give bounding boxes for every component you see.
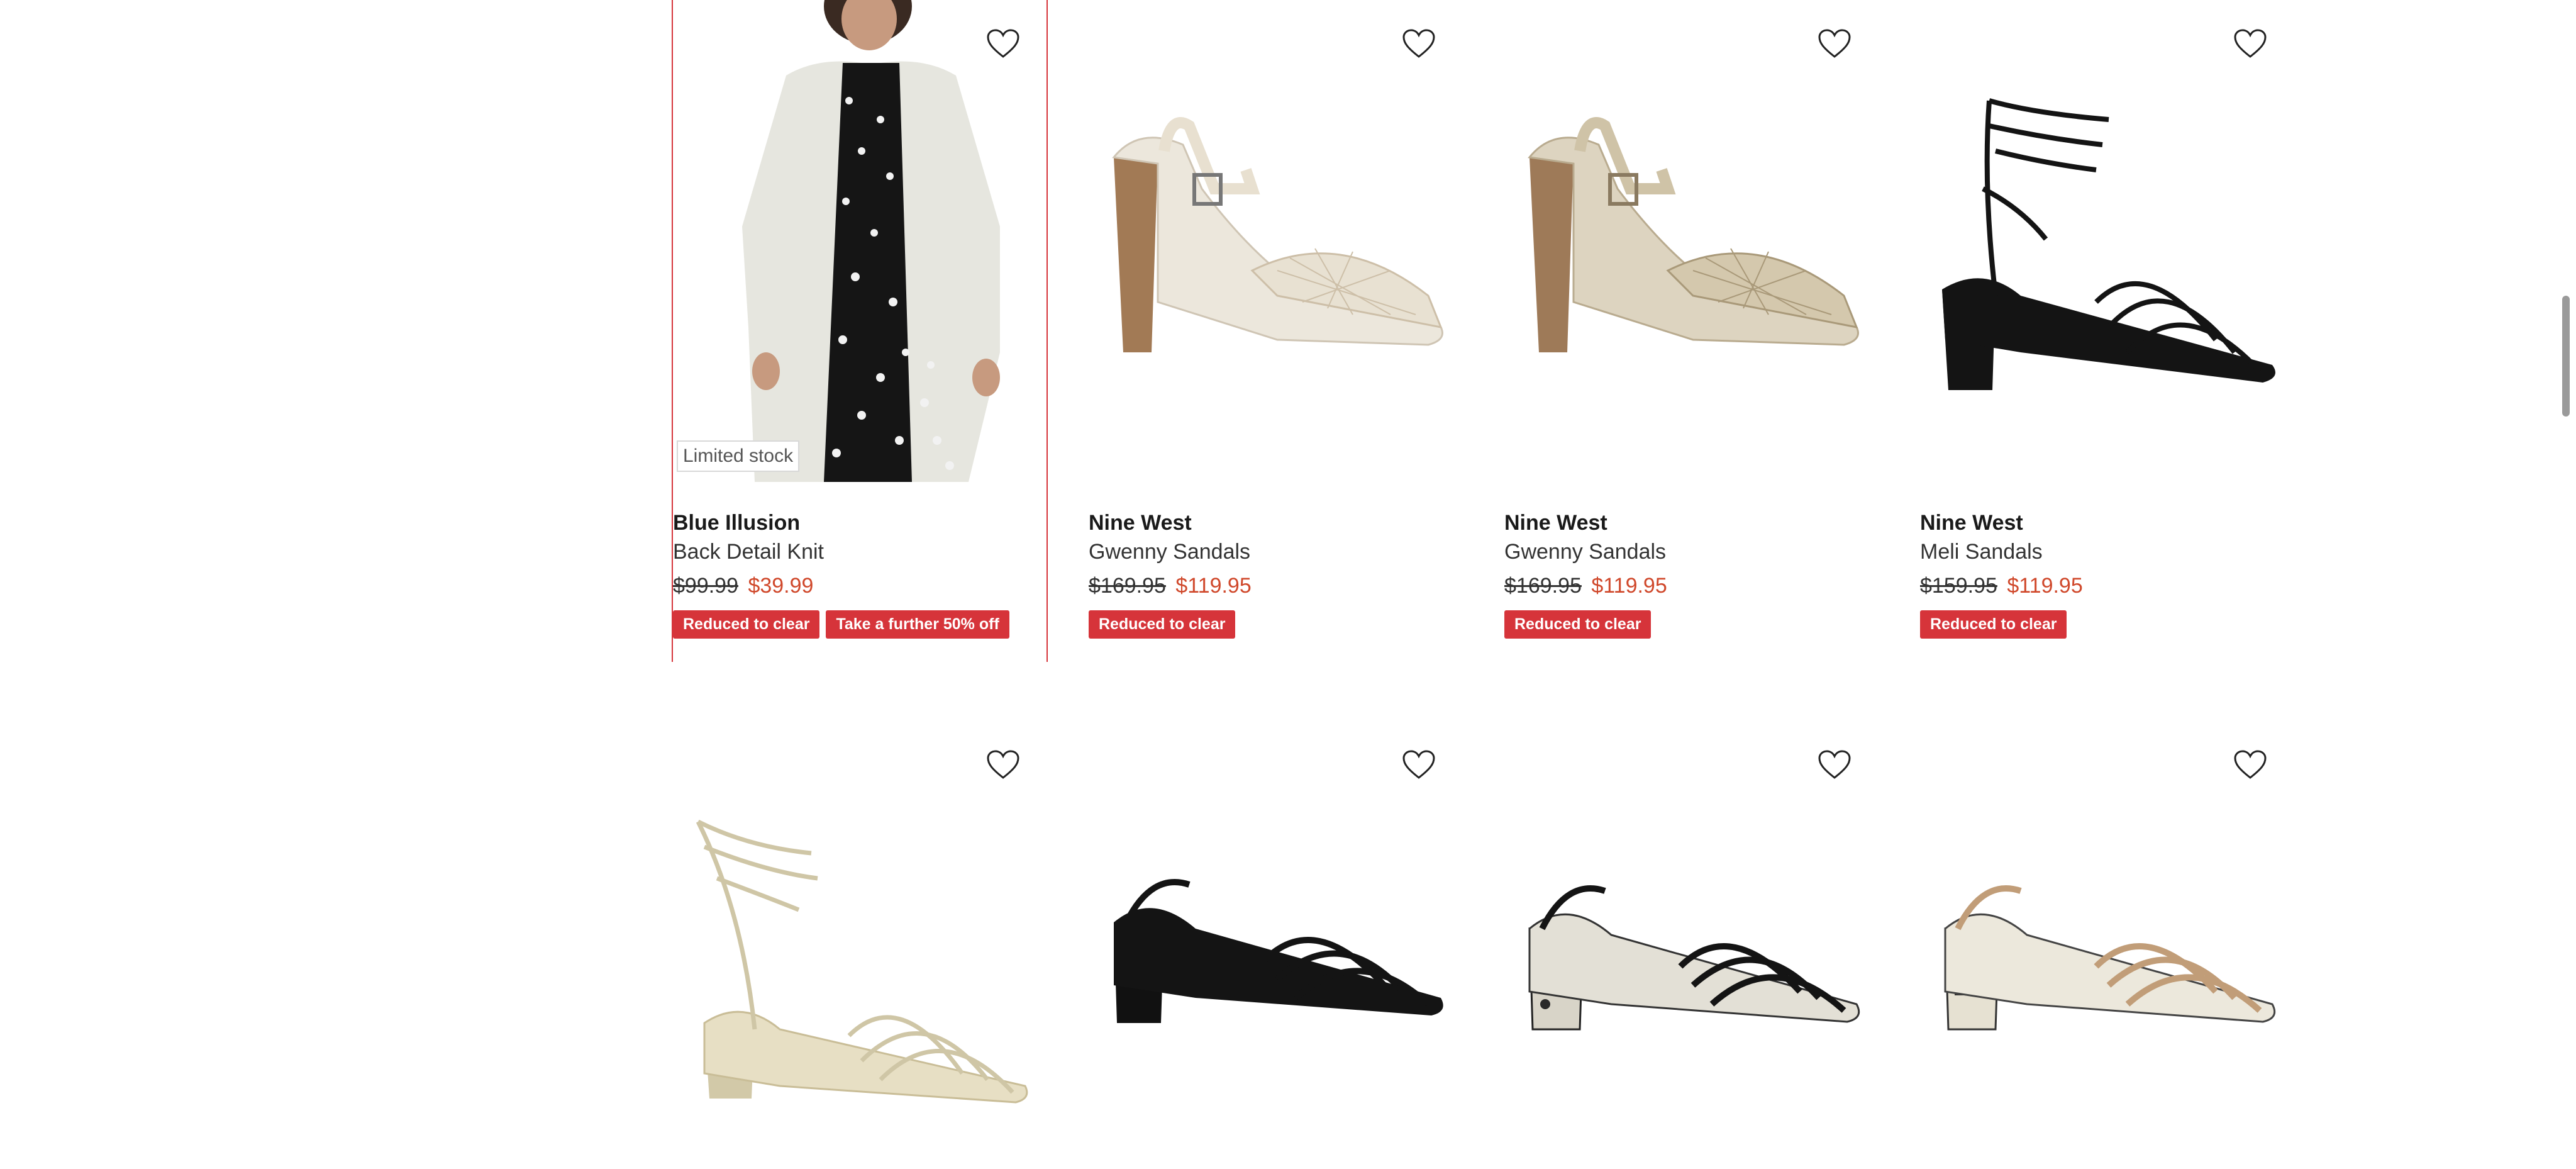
cream-woven-block-heel-sandal bbox=[1112, 117, 1443, 352]
heart-outline-icon bbox=[1402, 750, 1435, 779]
product-card[interactable] bbox=[673, 721, 1048, 1169]
promo-badge: Reduced to clear bbox=[673, 610, 820, 639]
cardigan-model-image bbox=[673, 0, 1048, 482]
product-info: Nine West Gwenny Sandals $169.95 $119.95… bbox=[1504, 482, 1879, 639]
product-image[interactable] bbox=[1920, 0, 2295, 482]
product-brand[interactable]: Nine West bbox=[1089, 508, 1463, 537]
product-name[interactable]: Gwenny Sandals bbox=[1504, 537, 1879, 566]
promo-badges: Reduced to clear Take a further 50% off bbox=[673, 610, 1048, 639]
product-image[interactable]: Limited stock bbox=[673, 0, 1048, 482]
stock-status-label: Limited stock bbox=[677, 440, 800, 472]
now-price: $119.95 bbox=[1175, 574, 1252, 598]
promo-badges: Reduced to clear bbox=[1089, 610, 1463, 639]
product-image[interactable] bbox=[1504, 721, 1879, 1169]
product-card[interactable]: Nine West Gwenny Sandals $169.95 $119.95… bbox=[1504, 0, 1879, 639]
product-brand[interactable]: Nine West bbox=[1920, 508, 2295, 537]
now-price: $39.99 bbox=[748, 574, 814, 598]
wishlist-button[interactable] bbox=[1397, 21, 1441, 65]
wishlist-button[interactable] bbox=[981, 21, 1025, 65]
product-card[interactable] bbox=[1504, 721, 1879, 1169]
was-price: $169.95 bbox=[1504, 574, 1582, 598]
product-brand[interactable]: Nine West bbox=[1504, 508, 1879, 537]
wishlist-button[interactable] bbox=[2228, 21, 2272, 65]
product-info: Nine West Meli Sandals $159.95 $119.95 R… bbox=[1920, 482, 2295, 639]
product-card[interactable]: Nine West Meli Sandals $159.95 $119.95 R… bbox=[1920, 0, 2295, 639]
gold-woven-block-heel-sandal bbox=[1528, 117, 1859, 352]
product-grid-page: Limited stock Blue Illusion Back Detail … bbox=[0, 0, 2576, 1169]
promo-badge: Reduced to clear bbox=[1504, 610, 1652, 639]
wishlist-button[interactable] bbox=[1813, 742, 1857, 786]
heart-outline-icon bbox=[987, 29, 1019, 58]
product-card[interactable] bbox=[1089, 721, 1463, 1169]
product-info: Nine West Gwenny Sandals $169.95 $119.95… bbox=[1089, 482, 1463, 639]
heart-outline-icon bbox=[1402, 29, 1435, 58]
product-card[interactable]: Limited stock Blue Illusion Back Detail … bbox=[673, 0, 1048, 639]
was-price: $169.95 bbox=[1089, 574, 1166, 598]
snake-print-strappy-slingback-sandal bbox=[1528, 885, 1860, 1031]
product-name[interactable]: Back Detail Knit bbox=[673, 537, 1048, 566]
product-name[interactable]: Meli Sandals bbox=[1920, 537, 2295, 566]
now-price: $119.95 bbox=[1591, 574, 1667, 598]
now-price: $119.95 bbox=[2007, 574, 2083, 598]
product-image[interactable] bbox=[1920, 721, 2295, 1169]
product-prices: $169.95 $119.95 bbox=[1504, 566, 1879, 605]
product-prices: $169.95 $119.95 bbox=[1089, 566, 1463, 605]
promo-badge: Reduced to clear bbox=[1920, 610, 2067, 639]
product-image[interactable] bbox=[1089, 0, 1463, 482]
heart-outline-icon bbox=[2234, 29, 2267, 58]
product-info: Blue Illusion Back Detail Knit $99.99 $3… bbox=[673, 482, 1048, 639]
natural-snake-print-strappy-slingback-sandal bbox=[1944, 885, 2276, 1031]
product-prices: $99.99 $39.99 bbox=[673, 566, 1048, 605]
product-card[interactable] bbox=[1920, 721, 2295, 1169]
wishlist-button[interactable] bbox=[2228, 742, 2272, 786]
promo-badge: Take a further 50% off bbox=[826, 610, 1009, 639]
product-image[interactable] bbox=[673, 721, 1048, 1169]
product-image[interactable] bbox=[1089, 721, 1463, 1169]
product-brand[interactable]: Blue Illusion bbox=[673, 508, 1048, 537]
promo-badges: Reduced to clear bbox=[1920, 610, 2295, 639]
product-card[interactable]: Nine West Gwenny Sandals $169.95 $119.95… bbox=[1089, 0, 1463, 639]
promo-badge: Reduced to clear bbox=[1089, 610, 1236, 639]
was-price: $99.99 bbox=[673, 574, 738, 598]
page-scrollbar[interactable] bbox=[2562, 296, 2570, 417]
black-lace-up-block-heel-sandal bbox=[1942, 98, 2275, 390]
wishlist-button[interactable] bbox=[1397, 742, 1441, 786]
heart-outline-icon bbox=[1818, 750, 1851, 779]
was-price: $159.95 bbox=[1920, 574, 1997, 598]
black-strappy-slingback-sandal bbox=[1114, 879, 1443, 1023]
wishlist-button[interactable] bbox=[1813, 21, 1857, 65]
product-prices: $159.95 $119.95 bbox=[1920, 566, 2295, 605]
product-name[interactable]: Gwenny Sandals bbox=[1089, 537, 1463, 566]
heart-outline-icon bbox=[2234, 750, 2267, 779]
wishlist-button[interactable] bbox=[981, 742, 1025, 786]
promo-badges: Reduced to clear bbox=[1504, 610, 1879, 639]
heart-outline-icon bbox=[987, 750, 1019, 779]
heart-outline-icon bbox=[1818, 29, 1851, 58]
gold-lace-up-strappy-sandal bbox=[696, 819, 1028, 1104]
product-image[interactable] bbox=[1504, 0, 1879, 482]
